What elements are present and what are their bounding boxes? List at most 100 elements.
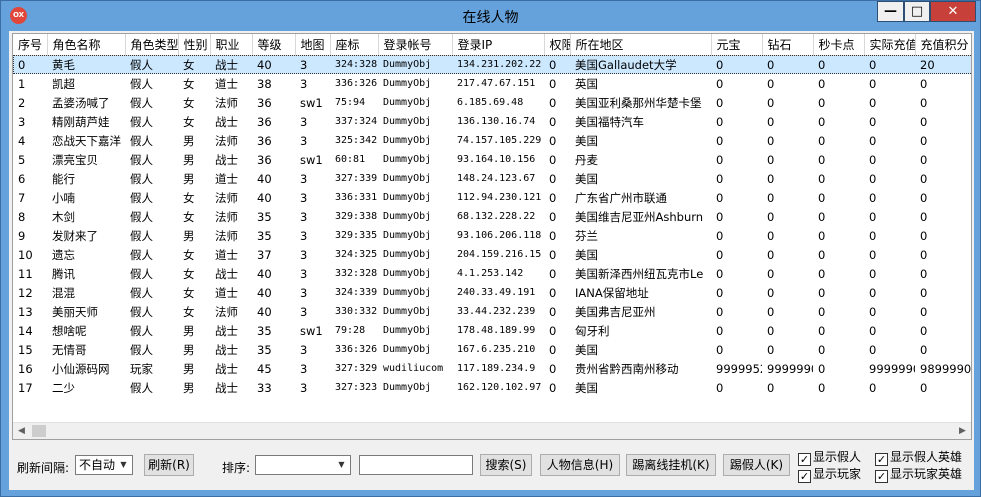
- column-header[interactable]: 钻石: [762, 34, 814, 56]
- column-header[interactable]: 实际充值: [864, 34, 916, 56]
- table-cell: 0: [716, 247, 724, 262]
- table-cell: 112.94.230.121: [457, 192, 542, 203]
- table-cell: 0: [549, 76, 557, 91]
- checkbox-check-icon: ✓: [798, 470, 811, 483]
- table-cell: 女: [183, 76, 195, 91]
- column-header[interactable]: 座标: [330, 34, 379, 56]
- kick-offline-button[interactable]: 踢离线挂机(K): [626, 454, 716, 476]
- table-cell: 3: [18, 114, 26, 129]
- table-cell: 75:94: [335, 97, 366, 108]
- table-row[interactable]: 11 腾讯 假人女战士 40 3 332:328 DummyObj 4.1.253.142 0 美…: [13, 264, 971, 283]
- table-row[interactable]: 4 恋战天下嘉洋 假人 男 法师 36 3 325:342 DummyObj 74.157.105…: [13, 131, 971, 150]
- table-cell: 0: [767, 304, 775, 319]
- table-cell: 324:325: [335, 249, 378, 260]
- table-cell: 假人: [130, 95, 153, 110]
- refresh-button[interactable]: 刷新(R): [144, 454, 194, 476]
- column-header[interactable]: 充值积分: [915, 34, 971, 56]
- character-list[interactable]: 序号角色名称角色类型性别职业等级地图座标登录帐号登录IP权限所在地区元宝钻石秒卡…: [12, 33, 972, 440]
- table-row[interactable]: 7 小喃 假人 女 法师 40 3 336:331 DummyObj 112.94.230.121…: [13, 188, 971, 207]
- title-bar[interactable]: OX 在线人物 — □ ✕: [1, 1, 980, 31]
- table-cell: IANA保留地址: [575, 285, 649, 300]
- column-header[interactable]: 秒卡点: [813, 34, 865, 56]
- table-cell: 男: [183, 380, 195, 395]
- search-input[interactable]: [359, 455, 473, 475]
- table-cell: 假人: [130, 304, 153, 319]
- table-cell: 327:339: [335, 173, 378, 184]
- table-row[interactable]: 10 遗忘 假人 女 道士 37 3 324:325 DummyObj 204.159.216.1…: [13, 245, 971, 264]
- table-cell: 法师: [215, 190, 238, 205]
- maximize-button[interactable]: □: [904, 1, 930, 22]
- table-cell: 3: [300, 171, 308, 186]
- column-header[interactable]: 所在地区: [570, 34, 712, 56]
- table-cell: 假人: [130, 247, 153, 262]
- table-cell: DummyObj: [383, 97, 432, 108]
- close-button[interactable]: ✕: [930, 1, 976, 22]
- kick-dummy-button[interactable]: 踢假人(K): [723, 454, 790, 476]
- scrollbar-thumb[interactable]: [32, 425, 46, 437]
- show-player-hero-checkbox[interactable]: ✓ 显示玩家英雄: [875, 467, 962, 483]
- table-row[interactable]: 13 美丽天师 假人 女 法师 40 3 330:332 DummyObj 33.44.232.2…: [13, 302, 971, 321]
- table-row[interactable]: 0 黄毛 假人女战士 40 3 324:328 DummyObj 134.231.202.22…: [13, 55, 971, 74]
- table-header: 序号角色名称角色类型性别职业等级地图座标登录帐号登录IP权限所在地区元宝钻石秒卡…: [13, 34, 971, 56]
- table-cell: 1: [18, 76, 26, 91]
- table-cell: 精刚葫芦娃: [52, 114, 110, 129]
- table-cell: 战士: [210, 55, 252, 74]
- checkbox-label: 显示玩家: [813, 467, 862, 481]
- sort-select[interactable]: ▼: [255, 455, 351, 475]
- show-player-checkbox[interactable]: ✓ 显示玩家: [798, 467, 861, 483]
- table-cell: 15: [18, 342, 33, 357]
- table-cell: 0: [716, 285, 724, 300]
- table-row[interactable]: 9 发财来了 假人 男 法师 35 3 329:335 DummyObj 93.106.206.1…: [13, 226, 971, 245]
- table-cell: 0: [716, 190, 724, 205]
- table-cell: 324:339: [335, 287, 378, 298]
- refresh-interval-select[interactable]: 不自动 ▼: [75, 455, 133, 475]
- show-dummy-hero-checkbox[interactable]: ✓ 显示假人英雄: [875, 450, 962, 466]
- table-cell: 0: [716, 380, 724, 395]
- column-header[interactable]: 地图: [295, 34, 331, 56]
- table-row[interactable]: 5 漂亮宝贝 假人 男 战士 36 sw1 60:81 DummyObj 93.164.10.15…: [13, 150, 971, 169]
- table-row[interactable]: 17 二少 假人男战士 33 3 327:323 DummyObj 162.120.102.9…: [13, 378, 971, 397]
- table-cell: 混混: [52, 285, 75, 300]
- table-row[interactable]: 8 木剑 假人 女 法师 35 3 329:338 DummyObj 68.132.228.22 0…: [13, 207, 971, 226]
- horizontal-scrollbar[interactable]: ◀ ▶: [13, 422, 971, 439]
- character-info-button[interactable]: 人物信息(H): [540, 454, 620, 476]
- column-header[interactable]: 角色类型: [125, 34, 179, 56]
- column-header[interactable]: 职业: [210, 34, 253, 56]
- column-header[interactable]: 登录IP: [452, 34, 545, 56]
- table-cell: 0: [920, 285, 928, 300]
- column-header[interactable]: 权限: [544, 34, 571, 56]
- table-cell: 217.47.67.151: [457, 78, 536, 89]
- table-row[interactable]: 6 能行 假人 男 道士 40 3 327:339 DummyObj 148.24.123.67 0…: [13, 169, 971, 188]
- table-cell: 0: [869, 285, 877, 300]
- table-cell: 4.1.253.142: [457, 268, 524, 279]
- table-cell: sw1: [300, 152, 323, 167]
- scroll-right-icon[interactable]: ▶: [954, 423, 971, 439]
- table-cell: 37: [257, 247, 272, 262]
- table-cell: 女: [183, 95, 195, 110]
- show-dummy-checkbox[interactable]: ✓ 显示假人: [798, 450, 861, 466]
- table-cell: 女: [183, 209, 195, 224]
- column-header[interactable]: 元宝: [711, 34, 763, 56]
- minimize-button[interactable]: —: [877, 1, 904, 22]
- table-cell: 8: [18, 209, 26, 224]
- checkbox-label: 显示假人英雄: [890, 450, 963, 464]
- column-header[interactable]: 序号: [13, 34, 48, 56]
- table-row[interactable]: 1 凯超 假人 女 道士 38 3 336:326 DummyObj 217.47.67.151 0…: [13, 74, 971, 93]
- table-cell: 0: [869, 152, 877, 167]
- table-row[interactable]: 14 想啥呢 假人 男 战士 35 sw1 79:28 DummyObj 178.48.189.9…: [13, 321, 971, 340]
- table-cell: 9: [18, 228, 26, 243]
- column-header[interactable]: 性别: [178, 34, 211, 56]
- column-header[interactable]: 登录帐号: [378, 34, 453, 56]
- table-cell: 0: [716, 76, 724, 91]
- column-header[interactable]: 角色名称: [47, 34, 126, 56]
- table-cell: 二少: [52, 380, 75, 395]
- search-button[interactable]: 搜索(S): [480, 454, 532, 476]
- column-header[interactable]: 等级: [252, 34, 296, 56]
- table-row[interactable]: 16 小仙源码网 玩家 男 战士 45 3 327:329 wudiliucom 117.189.…: [13, 359, 971, 378]
- table-row[interactable]: 12 混混 假人 女 道士 40 3 324:339 DummyObj 240.33.49.191…: [13, 283, 971, 302]
- table-row[interactable]: 2 孟婆汤喊了 假人 女 法师 36 sw1 75:94 DummyObj 6.185.69.48…: [13, 93, 971, 112]
- scroll-left-icon[interactable]: ◀: [13, 423, 30, 439]
- table-row[interactable]: 3 精刚葫芦娃 假人 女 战士 36 3 337:324 DummyObj 136.130.16.…: [13, 112, 971, 131]
- table-row[interactable]: 15 无情哥 假人 男 战士 35 3 336:326 DummyObj 167.6.235.21…: [13, 340, 971, 359]
- table-cell: 0: [920, 95, 928, 110]
